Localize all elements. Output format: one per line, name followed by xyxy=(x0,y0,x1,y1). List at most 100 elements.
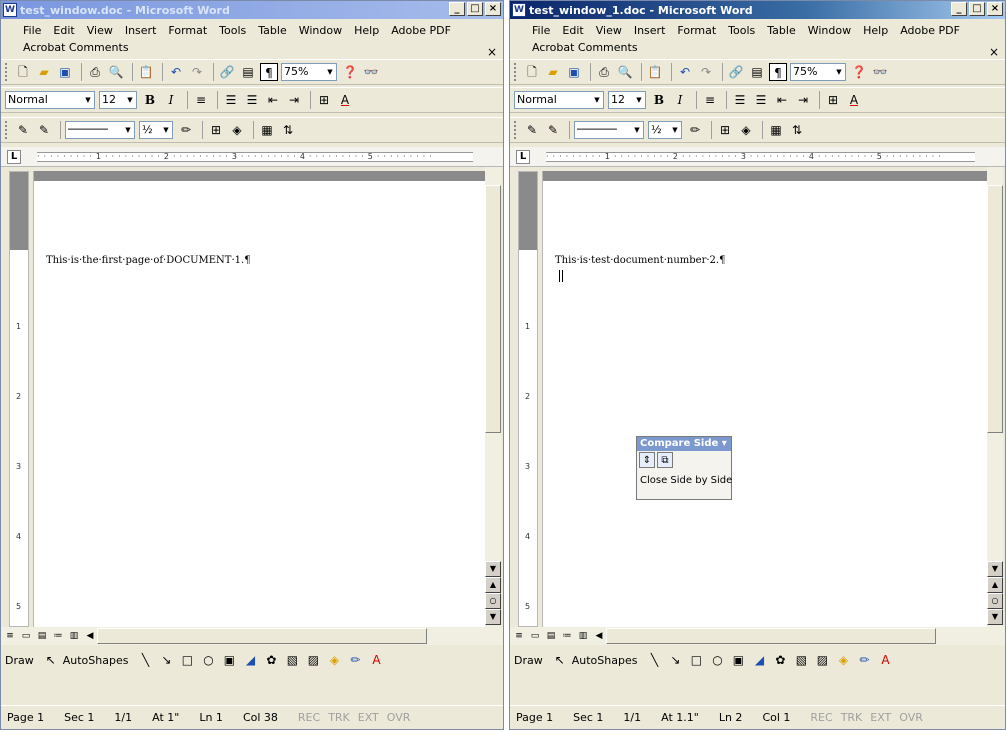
browse-object-button[interactable]: ○ xyxy=(485,593,501,609)
table-icon[interactable]: ▦ xyxy=(767,121,785,139)
diagram-icon[interactable]: ✿ xyxy=(771,651,789,669)
menu-table[interactable]: Table xyxy=(258,24,286,37)
open-folder-icon[interactable]: ▰ xyxy=(35,63,53,81)
font-color-icon[interactable]: A xyxy=(845,91,863,109)
menu-window[interactable]: Window xyxy=(299,24,342,37)
minimize-button[interactable]: _ xyxy=(951,2,967,16)
menu-edit[interactable]: Edit xyxy=(562,24,583,37)
oval-icon[interactable]: ○ xyxy=(708,651,726,669)
help-icon[interactable]: ❓ xyxy=(850,63,868,81)
edit-2-icon[interactable]: ✎ xyxy=(35,121,53,139)
clipart-icon[interactable]: ▧ xyxy=(792,651,810,669)
word-app-icon[interactable]: W xyxy=(512,3,526,17)
table-icon[interactable]: ▦ xyxy=(258,121,276,139)
save-icon[interactable]: ▣ xyxy=(56,63,74,81)
line-icon[interactable]: ╲ xyxy=(136,651,154,669)
title-bar[interactable]: W test_window_1.doc - Microsoft Word _ □… xyxy=(510,1,1005,19)
wordart-icon[interactable]: ◢ xyxy=(750,651,768,669)
columns-icon[interactable]: ▤ xyxy=(748,63,766,81)
menu-tools[interactable]: Tools xyxy=(219,24,246,37)
decrease-indent-icon[interactable]: ⇤ xyxy=(264,91,282,109)
close-side-by-side-button[interactable]: Close Side by Side xyxy=(637,469,732,486)
menu-close-icon[interactable]: × xyxy=(487,45,497,59)
oval-icon[interactable]: ○ xyxy=(199,651,217,669)
vertical-scrollbar[interactable]: ▼ ▲ ○ ▼ xyxy=(987,167,1003,627)
scroll-left-button[interactable]: ◀ xyxy=(83,629,97,643)
line-style-select[interactable]: ────── ▼ xyxy=(65,121,135,139)
numbering-icon[interactable]: ☰ xyxy=(731,91,749,109)
autoshapes-menu[interactable]: AutoShapes xyxy=(63,654,129,667)
vertical-ruler[interactable]: 1 2 3 4 5 xyxy=(9,171,29,627)
columns-icon[interactable]: ▤ xyxy=(239,63,257,81)
border-icon[interactable]: ⊞ xyxy=(315,91,333,109)
title-bar[interactable]: W test_window.doc - Microsoft Word _ □ × xyxy=(1,1,503,19)
edit-icon[interactable]: ✎ xyxy=(523,121,541,139)
pen-color-icon[interactable]: ✏ xyxy=(686,121,704,139)
rectangle-icon[interactable]: □ xyxy=(687,651,705,669)
vertical-ruler[interactable]: 1 2 3 4 5 xyxy=(518,171,538,627)
line-color-icon[interactable]: ✏ xyxy=(855,651,873,669)
print-preview-icon[interactable]: 🔍 xyxy=(107,63,125,81)
sort-icon[interactable]: ⇅ xyxy=(788,121,806,139)
edit-icon[interactable]: ✎ xyxy=(14,121,32,139)
menu-insert[interactable]: Insert xyxy=(125,24,157,37)
maximize-button[interactable]: □ xyxy=(969,2,985,16)
prev-page-button[interactable]: ▲ xyxy=(987,577,1003,593)
hscroll-thumb[interactable] xyxy=(606,628,936,644)
menu-format[interactable]: Format xyxy=(677,24,716,37)
align-center-icon[interactable]: ≡ xyxy=(192,91,210,109)
document-page[interactable]: This·is·test·document·number·2.¶ xyxy=(542,171,987,627)
web-view-icon[interactable]: ▭ xyxy=(19,629,33,643)
zoom-select[interactable]: 75% ▼ xyxy=(281,63,337,81)
font-color-icon-2[interactable]: A xyxy=(876,651,894,669)
reading-view-icon[interactable]: ▥ xyxy=(67,629,81,643)
fill-color-icon-2[interactable]: ◈ xyxy=(834,651,852,669)
font-size-select[interactable]: 12 ▼ xyxy=(99,91,137,109)
web-view-icon[interactable]: ▭ xyxy=(528,629,542,643)
menu-file[interactable]: File xyxy=(532,24,550,37)
autoshapes-menu[interactable]: AutoShapes xyxy=(572,654,638,667)
select-objects-icon[interactable]: ↖ xyxy=(551,651,569,669)
outline-view-icon[interactable]: ≔ xyxy=(51,629,65,643)
draw-menu[interactable]: Draw xyxy=(514,654,543,667)
scroll-left-button[interactable]: ◀ xyxy=(592,629,606,643)
fill-color-icon[interactable]: ◈ xyxy=(737,121,755,139)
zoom-select[interactable]: 75% ▼ xyxy=(790,63,846,81)
picture-icon[interactable]: ▨ xyxy=(304,651,322,669)
menu-help[interactable]: Help xyxy=(863,24,888,37)
print-preview-icon[interactable]: 🔍 xyxy=(616,63,634,81)
menu-close-icon[interactable]: × xyxy=(989,45,999,59)
line-icon[interactable]: ╲ xyxy=(645,651,663,669)
picture-icon[interactable]: ▨ xyxy=(813,651,831,669)
read-icon[interactable]: 👓 xyxy=(871,63,889,81)
show-formatting-icon[interactable]: ¶ xyxy=(260,63,278,81)
redo-icon[interactable]: ↷ xyxy=(697,63,715,81)
textbox-icon[interactable]: ▣ xyxy=(220,651,238,669)
italic-icon[interactable]: I xyxy=(162,91,180,109)
menu-edit[interactable]: Edit xyxy=(53,24,74,37)
style-select[interactable]: Normal ▼ xyxy=(514,91,604,109)
arrow-icon[interactable]: ↘ xyxy=(666,651,684,669)
pen-color-icon[interactable]: ✏ xyxy=(177,121,195,139)
fill-color-icon-2[interactable]: ◈ xyxy=(325,651,343,669)
line-style-select[interactable]: ────── ▼ xyxy=(574,121,644,139)
prev-page-button[interactable]: ▲ xyxy=(485,577,501,593)
arrow-icon[interactable]: ↘ xyxy=(157,651,175,669)
horizontal-scrollbar[interactable]: ≡ ▭ ▤ ≔ ▥ ◀ xyxy=(1,627,503,645)
style-select[interactable]: Normal ▼ xyxy=(5,91,95,109)
font-color-icon[interactable]: A xyxy=(336,91,354,109)
sort-icon[interactable]: ⇅ xyxy=(279,121,297,139)
help-icon[interactable]: ❓ xyxy=(341,63,359,81)
numbering-icon[interactable]: ☰ xyxy=(222,91,240,109)
font-size-select[interactable]: 12 ▼ xyxy=(608,91,646,109)
decrease-indent-icon[interactable]: ⇤ xyxy=(773,91,791,109)
textbox-icon[interactable]: ▣ xyxy=(729,651,747,669)
clipart-icon[interactable]: ▧ xyxy=(283,651,301,669)
scroll-thumb[interactable] xyxy=(987,185,1003,433)
menu-insert[interactable]: Insert xyxy=(634,24,666,37)
hyperlink-icon[interactable]: 🔗 xyxy=(727,63,745,81)
close-button[interactable]: × xyxy=(485,2,501,16)
print-icon[interactable]: ⎙ xyxy=(86,63,104,81)
new-document-icon[interactable]: 🗋 xyxy=(523,63,541,81)
show-formatting-icon[interactable]: ¶ xyxy=(769,63,787,81)
